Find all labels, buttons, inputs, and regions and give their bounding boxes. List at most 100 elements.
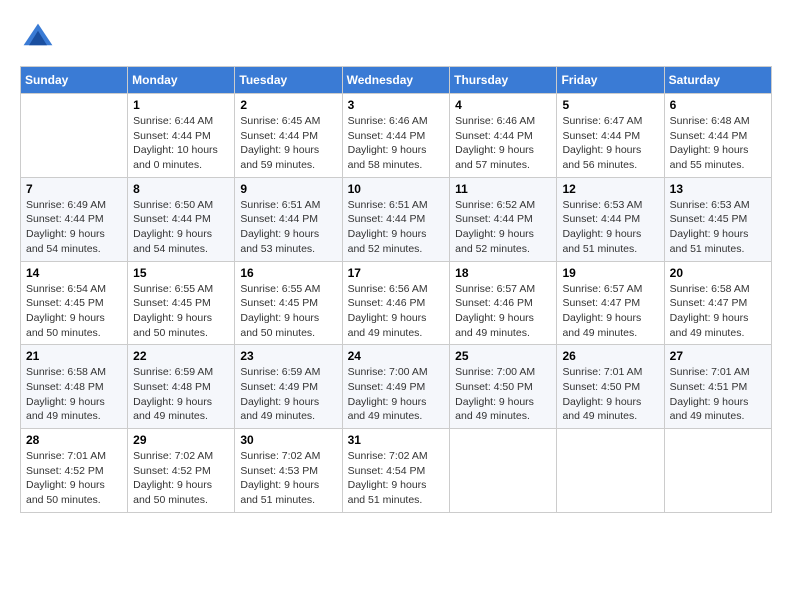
- day-cell: 22Sunrise: 6:59 AM Sunset: 4:48 PM Dayli…: [128, 345, 235, 429]
- day-number: 13: [670, 182, 766, 196]
- day-info: Sunrise: 7:01 AM Sunset: 4:52 PM Dayligh…: [26, 449, 122, 508]
- day-cell: [21, 94, 128, 178]
- day-info: Sunrise: 6:59 AM Sunset: 4:49 PM Dayligh…: [240, 365, 336, 424]
- day-info: Sunrise: 7:02 AM Sunset: 4:54 PM Dayligh…: [348, 449, 445, 508]
- day-number: 8: [133, 182, 229, 196]
- day-number: 23: [240, 349, 336, 363]
- day-cell: 20Sunrise: 6:58 AM Sunset: 4:47 PM Dayli…: [664, 261, 771, 345]
- day-number: 6: [670, 98, 766, 112]
- day-number: 11: [455, 182, 551, 196]
- day-number: 30: [240, 433, 336, 447]
- day-cell: 23 Sunrise: 6:59 AM Sunset: 4:49 PM Dayli…: [235, 345, 342, 429]
- day-number: 21: [26, 349, 122, 363]
- day-cell: 6 Sunrise: 6:48 AM Sunset: 4:44 PM Daylig…: [664, 94, 771, 178]
- day-number: 19: [562, 266, 658, 280]
- day-info: Sunrise: 6:57 AM Sunset: 4:47 PM Dayligh…: [562, 282, 658, 341]
- header-monday: Monday: [128, 67, 235, 94]
- week-row-3: 14 Sunrise: 6:54 AM Sunset: 4:45 PM Dayli…: [21, 261, 772, 345]
- day-info: Sunrise: 7:00 AM Sunset: 4:49 PM Dayligh…: [348, 365, 445, 424]
- day-info: Sunrise: 7:02 AM Sunset: 4:52 PM Dayligh…: [133, 449, 229, 508]
- day-number: 5: [562, 98, 658, 112]
- day-cell: 9 Sunrise: 6:51 AM Sunset: 4:44 PM Daylig…: [235, 177, 342, 261]
- day-cell: 24 Sunrise: 7:00 AM Sunset: 4:49 PM Dayli…: [342, 345, 450, 429]
- day-cell: 30 Sunrise: 7:02 AM Sunset: 4:53 PM Dayli…: [235, 429, 342, 513]
- header-thursday: Thursday: [450, 67, 557, 94]
- calendar: SundayMondayTuesdayWednesdayThursdayFrid…: [20, 66, 772, 513]
- day-info: Sunrise: 6:56 AM Sunset: 4:46 PM Dayligh…: [348, 282, 445, 341]
- day-info: Sunrise: 7:02 AM Sunset: 4:53 PM Dayligh…: [240, 449, 336, 508]
- day-info: Sunrise: 6:50 AM Sunset: 4:44 PM Dayligh…: [133, 198, 229, 257]
- day-number: 14: [26, 266, 122, 280]
- logo: [20, 20, 62, 56]
- logo-icon: [20, 20, 56, 56]
- day-info: Sunrise: 6:51 AM Sunset: 4:44 PM Dayligh…: [240, 198, 336, 257]
- day-info: Sunrise: 6:51 AM Sunset: 4:44 PM Dayligh…: [348, 198, 445, 257]
- day-cell: 3 Sunrise: 6:46 AM Sunset: 4:44 PM Daylig…: [342, 94, 450, 178]
- day-number: 15: [133, 266, 229, 280]
- day-number: 1: [133, 98, 229, 112]
- day-info: Sunrise: 6:53 AM Sunset: 4:45 PM Dayligh…: [670, 198, 766, 257]
- day-cell: 12 Sunrise: 6:53 AM Sunset: 4:44 PM Dayli…: [557, 177, 664, 261]
- week-row-4: 21 Sunrise: 6:58 AM Sunset: 4:48 PM Dayli…: [21, 345, 772, 429]
- day-cell: 17Sunrise: 6:56 AM Sunset: 4:46 PM Dayli…: [342, 261, 450, 345]
- page-header: [20, 20, 772, 56]
- day-info: Sunrise: 7:01 AM Sunset: 4:51 PM Dayligh…: [670, 365, 766, 424]
- day-cell: 19 Sunrise: 6:57 AM Sunset: 4:47 PM Dayli…: [557, 261, 664, 345]
- day-cell: 25Sunrise: 7:00 AM Sunset: 4:50 PM Dayli…: [450, 345, 557, 429]
- day-cell: 16 Sunrise: 6:55 AM Sunset: 4:45 PM Dayli…: [235, 261, 342, 345]
- day-cell: 11 Sunrise: 6:52 AM Sunset: 4:44 PM Dayli…: [450, 177, 557, 261]
- day-number: 16: [240, 266, 336, 280]
- day-number: 18: [455, 266, 551, 280]
- day-number: 7: [26, 182, 122, 196]
- calendar-header-row: SundayMondayTuesdayWednesdayThursdayFrid…: [21, 67, 772, 94]
- header-tuesday: Tuesday: [235, 67, 342, 94]
- day-number: 25: [455, 349, 551, 363]
- day-info: Sunrise: 6:57 AM Sunset: 4:46 PM Dayligh…: [455, 282, 551, 341]
- week-row-2: 7 Sunrise: 6:49 AM Sunset: 4:44 PM Daylig…: [21, 177, 772, 261]
- day-number: 9: [240, 182, 336, 196]
- day-info: Sunrise: 6:55 AM Sunset: 4:45 PM Dayligh…: [240, 282, 336, 341]
- header-wednesday: Wednesday: [342, 67, 450, 94]
- day-info: Sunrise: 6:48 AM Sunset: 4:44 PM Dayligh…: [670, 114, 766, 173]
- day-info: Sunrise: 6:46 AM Sunset: 4:44 PM Dayligh…: [348, 114, 445, 173]
- day-number: 20: [670, 266, 766, 280]
- day-info: Sunrise: 6:49 AM Sunset: 4:44 PM Dayligh…: [26, 198, 122, 257]
- day-cell: 21 Sunrise: 6:58 AM Sunset: 4:48 PM Dayli…: [21, 345, 128, 429]
- day-cell: [664, 429, 771, 513]
- day-cell: [450, 429, 557, 513]
- day-cell: 14 Sunrise: 6:54 AM Sunset: 4:45 PM Dayli…: [21, 261, 128, 345]
- day-cell: 31Sunrise: 7:02 AM Sunset: 4:54 PM Dayli…: [342, 429, 450, 513]
- day-cell: 27Sunrise: 7:01 AM Sunset: 4:51 PM Dayli…: [664, 345, 771, 429]
- day-cell: 4 Sunrise: 6:46 AM Sunset: 4:44 PM Daylig…: [450, 94, 557, 178]
- day-number: 10: [348, 182, 445, 196]
- week-row-1: 1Sunrise: 6:44 AM Sunset: 4:44 PM Daylig…: [21, 94, 772, 178]
- day-info: Sunrise: 6:59 AM Sunset: 4:48 PM Dayligh…: [133, 365, 229, 424]
- header-friday: Friday: [557, 67, 664, 94]
- day-cell: 13 Sunrise: 6:53 AM Sunset: 4:45 PM Dayli…: [664, 177, 771, 261]
- day-cell: 29 Sunrise: 7:02 AM Sunset: 4:52 PM Dayli…: [128, 429, 235, 513]
- day-info: Sunrise: 6:54 AM Sunset: 4:45 PM Dayligh…: [26, 282, 122, 341]
- day-number: 28: [26, 433, 122, 447]
- day-cell: 7 Sunrise: 6:49 AM Sunset: 4:44 PM Daylig…: [21, 177, 128, 261]
- day-info: Sunrise: 6:52 AM Sunset: 4:44 PM Dayligh…: [455, 198, 551, 257]
- day-number: 2: [240, 98, 336, 112]
- header-saturday: Saturday: [664, 67, 771, 94]
- day-number: 24: [348, 349, 445, 363]
- day-cell: 2Sunrise: 6:45 AM Sunset: 4:44 PM Daylig…: [235, 94, 342, 178]
- day-info: Sunrise: 6:55 AM Sunset: 4:45 PM Dayligh…: [133, 282, 229, 341]
- day-cell: [557, 429, 664, 513]
- day-number: 29: [133, 433, 229, 447]
- day-cell: 26Sunrise: 7:01 AM Sunset: 4:50 PM Dayli…: [557, 345, 664, 429]
- day-cell: 18 Sunrise: 6:57 AM Sunset: 4:46 PM Dayli…: [450, 261, 557, 345]
- day-cell: 8 Sunrise: 6:50 AM Sunset: 4:44 PM Daylig…: [128, 177, 235, 261]
- day-info: Sunrise: 6:46 AM Sunset: 4:44 PM Dayligh…: [455, 114, 551, 173]
- day-cell: 28 Sunrise: 7:01 AM Sunset: 4:52 PM Dayli…: [21, 429, 128, 513]
- day-number: 3: [348, 98, 445, 112]
- day-number: 12: [562, 182, 658, 196]
- day-info: Sunrise: 6:58 AM Sunset: 4:48 PM Dayligh…: [26, 365, 122, 424]
- day-info: Sunrise: 6:53 AM Sunset: 4:44 PM Dayligh…: [562, 198, 658, 257]
- day-cell: 5 Sunrise: 6:47 AM Sunset: 4:44 PM Daylig…: [557, 94, 664, 178]
- week-row-5: 28 Sunrise: 7:01 AM Sunset: 4:52 PM Dayli…: [21, 429, 772, 513]
- day-info: Sunrise: 6:47 AM Sunset: 4:44 PM Dayligh…: [562, 114, 658, 173]
- day-number: 4: [455, 98, 551, 112]
